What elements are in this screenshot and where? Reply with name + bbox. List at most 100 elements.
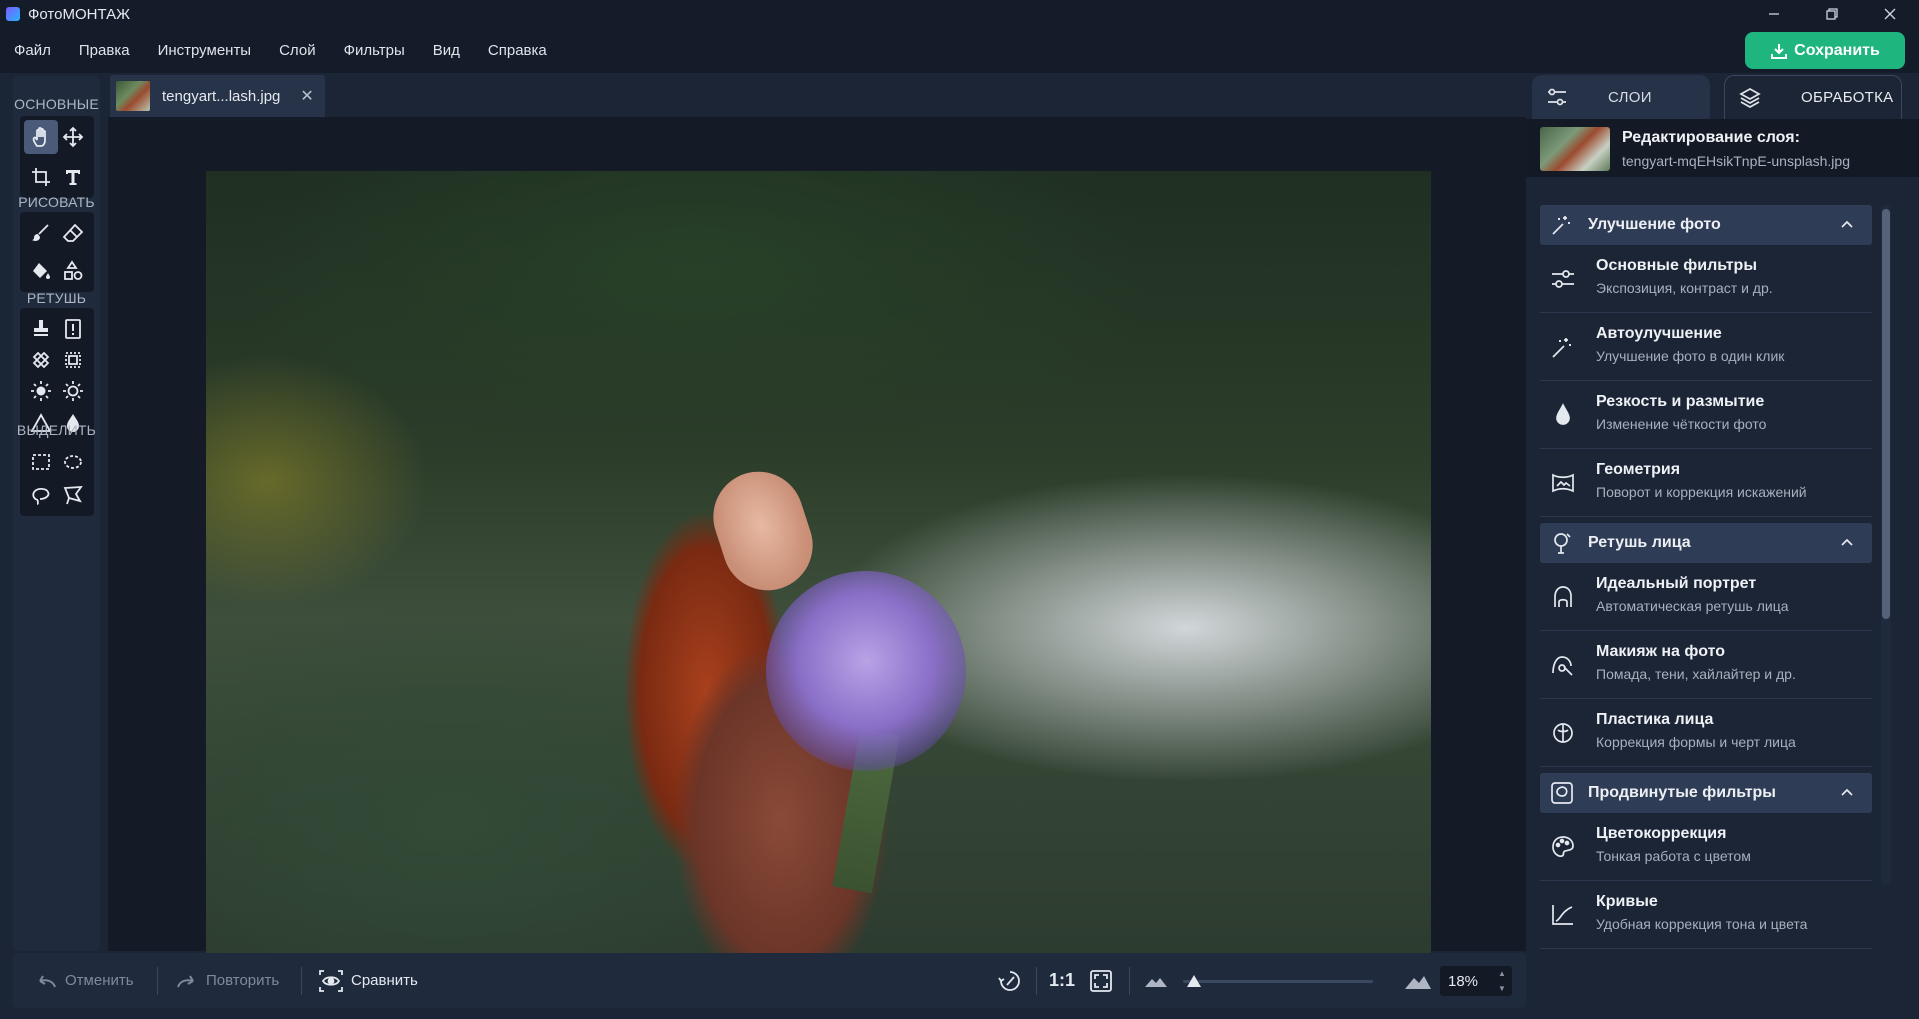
item-title: Основные фильтры <box>1596 257 1757 274</box>
healing-tool[interactable] <box>56 312 90 346</box>
section-advanced-filters[interactable]: Продвинутые фильтры <box>1540 773 1872 813</box>
mountains-large-icon <box>1405 975 1431 989</box>
close-window-button[interactable] <box>1861 0 1919 28</box>
item-basic-filters[interactable]: Основные фильтры Экспозиция, контраст и … <box>1540 245 1872 313</box>
move-tool[interactable] <box>56 120 90 154</box>
menu-layer[interactable]: Слой <box>265 42 329 59</box>
history-brush-icon <box>998 970 1020 991</box>
section-title: Продвинутые фильтры <box>1588 784 1776 801</box>
tool-group-basic: ОСНОВНЫЕ <box>14 96 99 112</box>
layer-info: Редактирование слоя: tengyart-mqEHsikTnp… <box>1526 119 1919 177</box>
lasso-tool[interactable] <box>24 478 58 512</box>
separator <box>157 967 158 995</box>
app-title: ФотоМОНТАЖ <box>28 5 130 23</box>
section-face-retouch[interactable]: Ретушь лица <box>1540 523 1872 563</box>
zoom-out-button[interactable] <box>1144 953 1176 1008</box>
menu-file[interactable]: Файл <box>0 42 65 59</box>
section-photo-enhancement[interactable]: Улучшение фото <box>1540 205 1872 245</box>
item-auto-enhance[interactable]: Автоулучшение Улучшение фото в один клик <box>1540 313 1872 381</box>
zoom-spinner[interactable]: ▲ ▼ <box>1496 969 1508 993</box>
item-title: Макияж на фото <box>1596 643 1725 660</box>
separator <box>301 967 302 995</box>
item-curves[interactable]: Кривые Удобная коррекция тона и цвета <box>1540 881 1872 949</box>
zoom-slider-handle[interactable] <box>1187 975 1201 987</box>
item-geometry[interactable]: Геометрия Поворот и коррекция искажений <box>1540 449 1872 517</box>
drop-icon <box>1556 403 1570 425</box>
menu-tools[interactable]: Инструменты <box>144 42 266 59</box>
actual-size-button[interactable]: 1:1 <box>1049 953 1075 1008</box>
item-sharpness-blur[interactable]: Резкость и размытие Изменение чёткости ф… <box>1540 381 1872 449</box>
zoom-input[interactable]: 18% ▲ ▼ <box>1440 966 1512 996</box>
item-subtitle: Помада, тени, хайлайтер и др. <box>1596 666 1796 682</box>
tab-processing[interactable]: ОБРАБОТКА <box>1724 75 1902 119</box>
fit-screen-button[interactable] <box>1089 953 1121 1008</box>
zoom-down-icon[interactable]: ▼ <box>1498 984 1506 993</box>
menu-bar: Файл Правка Инструменты Слой Фильтры Вид… <box>0 28 1919 73</box>
item-color-correction[interactable]: Цветокоррекция Тонкая работа с цветом <box>1540 813 1872 881</box>
photo-canvas[interactable] <box>206 171 1431 987</box>
shapes-tool[interactable] <box>56 254 90 288</box>
photo-bouquet <box>766 571 966 771</box>
menu-help[interactable]: Справка <box>474 42 561 59</box>
magic-wand-icon <box>1552 338 1571 358</box>
brush-tool[interactable] <box>24 216 58 250</box>
text-icon <box>66 170 80 185</box>
menu-filters[interactable]: Фильтры <box>330 42 419 59</box>
zoom-up-icon[interactable]: ▲ <box>1498 969 1506 978</box>
minimize-button[interactable] <box>1745 0 1803 28</box>
menu-view[interactable]: Вид <box>419 42 474 59</box>
hand-tool[interactable] <box>24 120 58 154</box>
dodge-tool[interactable] <box>24 374 58 408</box>
crop-tool[interactable] <box>24 160 58 194</box>
canvas-area[interactable] <box>108 117 1526 987</box>
compare-button[interactable]: Сравнить <box>319 953 418 1008</box>
mountains-small-icon <box>1145 977 1167 987</box>
title-bar: ФотоМОНТАЖ <box>0 0 1919 28</box>
patch-tool[interactable] <box>24 343 58 377</box>
restore-button[interactable] <box>1803 0 1861 28</box>
tab-layers[interactable]: СЛОИ <box>1532 75 1710 119</box>
close-tab-icon[interactable]: ✕ <box>300 86 313 106</box>
move-icon <box>62 126 84 148</box>
clone-stamp-tool[interactable] <box>24 312 58 346</box>
zoom-in-button[interactable] <box>1404 953 1440 1008</box>
tab-layers-label: СЛОИ <box>1608 88 1652 106</box>
item-subtitle: Экспозиция, контраст и др. <box>1596 280 1773 296</box>
hand-icon <box>32 126 46 147</box>
advanced-filters-icon <box>1551 782 1573 804</box>
text-tool[interactable] <box>56 160 90 194</box>
panel-scrollbar[interactable] <box>1881 205 1891 885</box>
frame-tool[interactable] <box>56 343 90 377</box>
makeup-icon <box>1552 656 1573 676</box>
stamp-icon <box>34 320 48 336</box>
item-subtitle: Тонкая работа с цветом <box>1596 848 1751 864</box>
redo-button[interactable]: Повторить <box>176 953 279 1008</box>
zoom-slider[interactable] <box>1183 980 1373 983</box>
fill-tool[interactable] <box>24 254 58 288</box>
document-tab[interactable]: tengyart...lash.jpg ✕ <box>110 75 325 117</box>
menu-edit[interactable]: Правка <box>65 42 144 59</box>
rect-select-tool[interactable] <box>24 445 58 479</box>
save-button[interactable]: Сохранить <box>1745 32 1905 69</box>
paint-bucket-icon <box>33 263 50 279</box>
burn-tool[interactable] <box>56 374 90 408</box>
tools-panel: ОСНОВНЫЕ РИСОВАТЬ РЕТУШЬ ВЫДЕЛИТЬ <box>13 76 100 951</box>
undo-button[interactable]: Отменить <box>35 953 134 1008</box>
item-face-shaping[interactable]: Пластика лица Коррекция формы и черт лиц… <box>1540 699 1872 767</box>
face-retouch-icon <box>1554 533 1571 554</box>
item-title: Пластика лица <box>1596 711 1714 728</box>
item-ideal-portrait[interactable]: Идеальный портрет Автоматическая ретушь … <box>1540 563 1872 631</box>
panel-scroll-thumb[interactable] <box>1882 209 1890 619</box>
frame-icon <box>65 352 81 368</box>
save-button-label: Сохранить <box>1794 41 1880 59</box>
history-brush-button[interactable] <box>998 953 1030 1008</box>
eraser-tool[interactable] <box>56 216 90 250</box>
app-logo-icon <box>6 7 20 21</box>
item-subtitle: Поворот и коррекция искажений <box>1596 484 1807 500</box>
bottom-bar: Отменить Повторить Сравнить 1:1 18% ▲ ▼ <box>13 953 1526 1008</box>
polygon-lasso-tool[interactable] <box>56 478 90 512</box>
eye-icon <box>319 969 343 992</box>
item-makeup[interactable]: Макияж на фото Помада, тени, хайлайтер и… <box>1540 631 1872 699</box>
item-title: Идеальный портрет <box>1596 575 1757 592</box>
ellipse-select-tool[interactable] <box>56 445 90 479</box>
